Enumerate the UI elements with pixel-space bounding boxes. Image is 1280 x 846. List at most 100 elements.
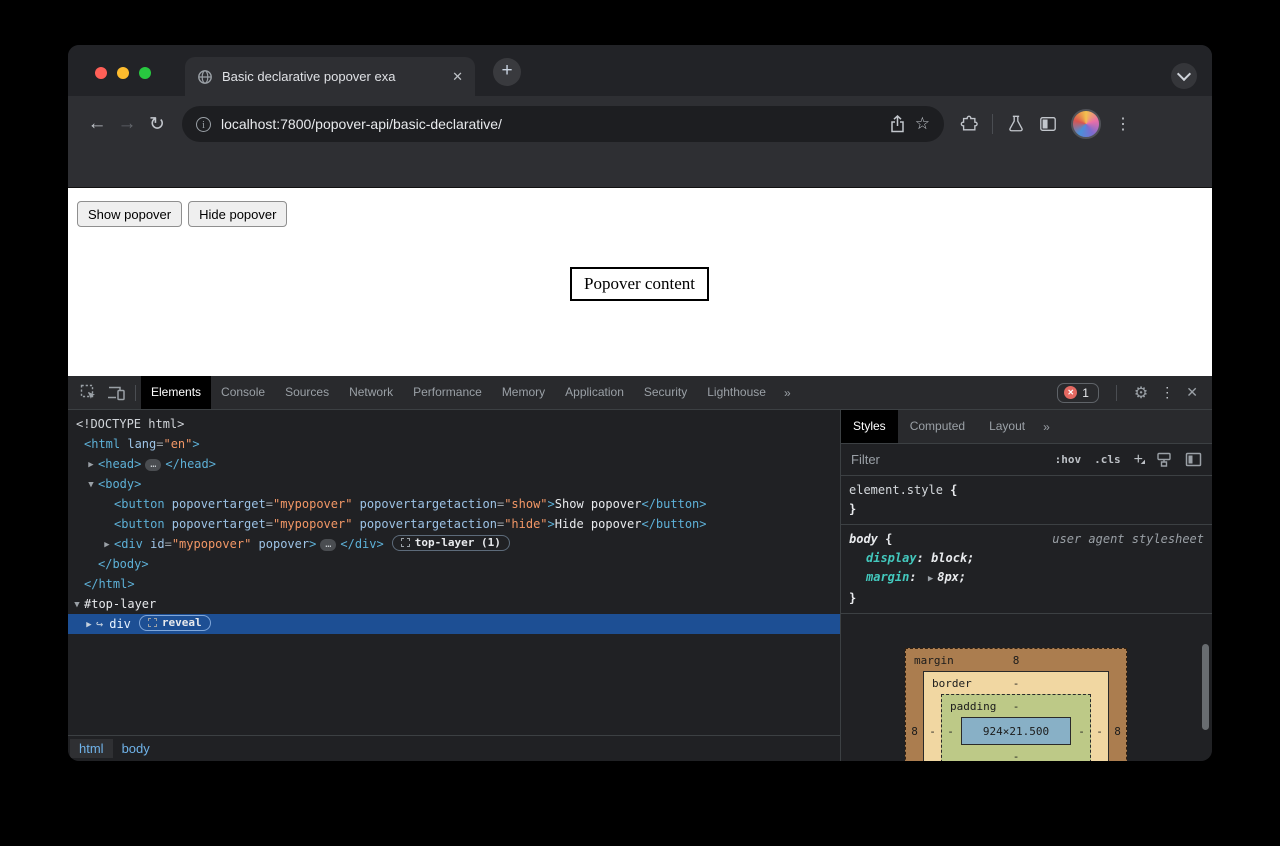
sidebar-tab-layout[interactable]: Layout [977, 410, 1037, 443]
element-style-rule[interactable]: element.style { } [841, 476, 1212, 525]
toggle-element-classes-button[interactable]: .cls [1094, 453, 1121, 466]
hide-popover-button[interactable]: Hide popover [188, 201, 287, 227]
border-right-value[interactable]: - [1091, 725, 1108, 738]
dom-tree-row[interactable]: <button popovertarget="mypopover" popove… [68, 514, 840, 534]
more-panels-button[interactable]: » [776, 386, 799, 400]
breadcrumb-html[interactable]: html [70, 739, 113, 758]
adorner-badge[interactable]: reveal [139, 615, 211, 631]
share-button[interactable] [890, 115, 905, 133]
site-info-icon[interactable]: i [196, 117, 211, 132]
dom-tree-row[interactable]: <button popovertarget="mypopover" popove… [68, 494, 840, 514]
extensions-icon[interactable] [960, 115, 978, 133]
styles-filter-input[interactable]: Filter [851, 452, 1042, 467]
devtools-menu-button[interactable]: ⋮ [1160, 384, 1174, 401]
padding-right-value[interactable]: - [1073, 725, 1090, 738]
expand-arrow-icon[interactable]: ▶ [100, 535, 114, 555]
dom-tree-row[interactable]: </html> [68, 574, 840, 594]
box-model-content[interactable]: 924×21.500 [961, 717, 1071, 745]
dom-token: </html> [84, 577, 135, 591]
expand-ellipsis-button[interactable]: … [320, 539, 336, 551]
reload-button[interactable]: ↻ [142, 113, 172, 136]
expand-ellipsis-button[interactable]: … [145, 459, 161, 471]
tab-search-button[interactable] [1171, 63, 1197, 89]
dom-breadcrumb-bar: htmlbody [68, 735, 840, 761]
expand-arrow-icon[interactable]: ▼ [70, 595, 84, 615]
browser-menu-button[interactable]: ⋮ [1115, 114, 1131, 134]
back-button[interactable]: ← [82, 113, 112, 135]
box-model-margin[interactable]: margin8 8 border- - padding- [905, 648, 1127, 761]
dom-token: #top-layer [84, 597, 156, 611]
body-ua-rule[interactable]: user agent stylesheet body { display: bl… [841, 525, 1212, 614]
dock-sidebar-icon[interactable] [1185, 452, 1202, 467]
dom-token: <!DOCTYPE html> [76, 417, 184, 431]
browser-tab[interactable]: Basic declarative popover exa ✕ [185, 57, 475, 96]
minimize-window-button[interactable] [117, 67, 129, 79]
new-tab-button[interactable]: + [493, 58, 521, 86]
show-popover-button[interactable]: Show popover [77, 201, 182, 227]
scrollbar-thumb[interactable] [1202, 644, 1209, 730]
zoom-window-button[interactable] [139, 67, 151, 79]
devtools-panel: ElementsConsoleSourcesNetworkPerformance… [68, 376, 1212, 761]
devtools-tab-security[interactable]: Security [634, 376, 697, 409]
devtools-close-button[interactable]: ✕ [1186, 384, 1198, 401]
close-window-button[interactable] [95, 67, 107, 79]
dom-tree-row[interactable]: <html lang="en"> [68, 434, 840, 454]
sidebar-more-tabs-button[interactable]: » [1043, 420, 1050, 434]
url-text[interactable]: localhost:7800/popover-api/basic-declara… [221, 116, 880, 132]
devtools-tab-performance[interactable]: Performance [403, 376, 492, 409]
inspect-element-button[interactable] [74, 380, 102, 406]
devtools-tab-network[interactable]: Network [339, 376, 403, 409]
tab-strip: Basic declarative popover exa ✕ + [68, 45, 1212, 96]
border-left-value[interactable]: - [924, 725, 941, 738]
expand-arrow-icon[interactable]: ▶ [82, 615, 96, 635]
padding-bottom-value[interactable]: - [1013, 750, 1020, 762]
devtools-tab-memory[interactable]: Memory [492, 376, 555, 409]
expand-arrow-icon[interactable]: ▼ [84, 475, 98, 495]
breadcrumb-body[interactable]: body [113, 739, 159, 758]
sidebar-tab-computed[interactable]: Computed [898, 410, 977, 443]
toggle-pseudo-classes-button[interactable]: :hov [1055, 453, 1082, 466]
margin-left-value[interactable]: 8 [906, 725, 923, 738]
rule-selector: body [849, 532, 878, 546]
css-property-display[interactable]: display: block; [849, 549, 1204, 568]
dom-tree-row[interactable]: ▶↪divreveal [68, 614, 840, 634]
dom-tree-row[interactable]: <!DOCTYPE html> [68, 414, 840, 434]
padding-left-value[interactable]: - [942, 725, 959, 738]
devtools-tab-elements[interactable]: Elements [141, 376, 211, 409]
box-model-padding[interactable]: padding- - 924×21.500 - - [941, 694, 1091, 761]
experiments-flask-icon[interactable] [1007, 115, 1025, 133]
error-count-badge[interactable]: ✕ 1 [1057, 383, 1099, 403]
dom-tree-row[interactable]: ▼#top-layer [68, 594, 840, 614]
devtools-settings-button[interactable]: ⚙ [1134, 383, 1148, 403]
dom-token: </button> [641, 497, 706, 511]
forward-button[interactable]: → [112, 113, 142, 135]
devtools-tab-sources[interactable]: Sources [275, 376, 339, 409]
address-bar[interactable]: i localhost:7800/popover-api/basic-decla… [182, 106, 944, 142]
box-model-border[interactable]: border- - padding- - 924×21.500 - [923, 671, 1109, 761]
border-top-value[interactable]: - [1013, 677, 1020, 690]
property-expand-arrow[interactable]: ▶ [928, 574, 933, 584]
devtools-tab-console[interactable]: Console [211, 376, 275, 409]
margin-right-value[interactable]: 8 [1109, 725, 1126, 738]
dom-tree-row[interactable]: ▼<body> [68, 474, 840, 494]
sidebar-tab-styles[interactable]: Styles [841, 410, 898, 443]
dom-tree-row[interactable]: ▶<div id="mypopover" popover>…</div>top-… [68, 534, 840, 554]
inspect-cursor-icon [80, 384, 97, 401]
dom-tree-row[interactable]: </body> [68, 554, 840, 574]
adorner-badge[interactable]: top-layer (1) [392, 535, 510, 551]
new-style-rule-button[interactable]: + [1134, 451, 1143, 469]
tab-close-icon[interactable]: ✕ [452, 69, 463, 85]
dom-tree-row[interactable]: ▶<head>…</head> [68, 454, 840, 474]
devtools-tab-application[interactable]: Application [555, 376, 634, 409]
margin-top-value[interactable]: 8 [1013, 654, 1020, 667]
expand-arrow-icon[interactable]: ▶ [84, 455, 98, 475]
bookmark-star-icon[interactable]: ☆ [915, 114, 930, 134]
side-panel-icon[interactable] [1039, 115, 1057, 133]
rendering-emulation-icon[interactable] [1156, 452, 1172, 467]
profile-avatar[interactable] [1071, 109, 1101, 139]
padding-top-value[interactable]: - [1013, 700, 1020, 713]
css-property-margin[interactable]: margin: ▶8px; [849, 568, 1204, 589]
dom-token: Show popover [555, 497, 642, 511]
device-toolbar-button[interactable] [102, 380, 130, 406]
devtools-tab-lighthouse[interactable]: Lighthouse [697, 376, 776, 409]
